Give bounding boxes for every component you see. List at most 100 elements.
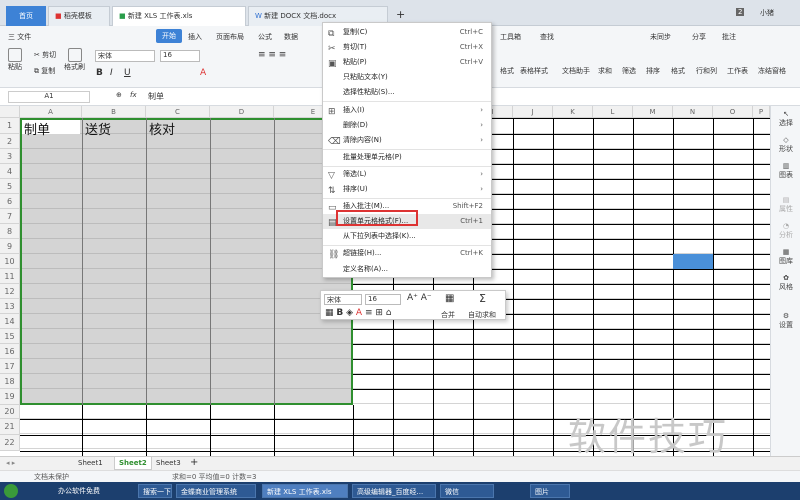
row-header-10[interactable]: 10 [0, 254, 20, 269]
cell-b1[interactable]: 送货 [85, 119, 111, 138]
menu-item-copy[interactable]: ⧉ 复制(C) Ctrl+C [323, 25, 491, 40]
row-header-6[interactable]: 6 [0, 194, 20, 209]
merge-icon[interactable]: ▦ [445, 293, 454, 304]
ribbon-rows-cols[interactable]: 行和列 [696, 66, 717, 76]
row-header-8[interactable]: 8 [0, 224, 20, 239]
row-header-20[interactable]: 20 [0, 405, 20, 419]
row-header-5[interactable]: 5 [0, 179, 20, 194]
row-header-9[interactable]: 9 [0, 239, 20, 254]
start-button[interactable] [4, 484, 18, 498]
mini-font-name[interactable]: 宋体 [324, 294, 362, 305]
row-header-17[interactable]: 17 [0, 359, 20, 374]
mini-autosum-label[interactable]: 自动求和 [468, 310, 496, 320]
sheet-nav-arrows[interactable]: ◂ ▸ [6, 459, 15, 467]
tab-start[interactable]: 开始 [156, 29, 182, 43]
row-header-16[interactable]: 16 [0, 344, 20, 359]
menu-item-insert[interactable]: ⊞ 插入(I) › [323, 103, 491, 118]
comment-button[interactable]: 批注 [722, 32, 736, 42]
sheet-tab-3[interactable]: Sheet3 [156, 459, 181, 467]
col-header-a[interactable]: A [20, 106, 82, 118]
sheet-tab-1[interactable]: Sheet1 [78, 459, 103, 467]
file-menu[interactable]: 三 文件 [8, 32, 31, 42]
ribbon-freeze[interactable]: 冻结窗格 [758, 66, 786, 76]
menu-item-clear[interactable]: ⌫ 清除内容(N) › [323, 133, 491, 148]
tab-xls[interactable]: ■ 新建 XLS 工作表.xls [112, 6, 246, 26]
sidebar-settings[interactable]: ⚙ 设置 [771, 312, 800, 330]
menu-item-paste-text[interactable]: 只粘贴文本(Y) [323, 70, 491, 85]
formula-input[interactable]: 制单 [148, 91, 164, 102]
ribbon-sort[interactable]: 排序 [646, 66, 660, 76]
zoom-icon[interactable]: ⊕ [116, 91, 122, 99]
taskbar-editor[interactable]: 高级编辑器_百度经... [352, 484, 436, 498]
highlighted-cell-o10[interactable] [673, 254, 713, 269]
italic-button[interactable]: I [110, 68, 113, 78]
sheet-tab-2[interactable]: Sheet2 [114, 457, 152, 470]
tab-formulas[interactable]: 公式 [258, 32, 272, 42]
taskbar-office-free[interactable]: 办公软件免费 [58, 486, 100, 496]
taskbar-xls[interactable]: 新建 XLS 工作表.xls [262, 484, 348, 498]
row-header-1[interactable]: 1 [0, 118, 20, 134]
share-button[interactable]: 分享 [692, 32, 706, 42]
menu-item-filter[interactable]: ▽ 筛选(L) › [323, 167, 491, 182]
paste-button[interactable]: 粘贴 [8, 48, 22, 72]
tab-insert[interactable]: 插入 [188, 32, 202, 42]
user-name[interactable]: 小猪 [760, 8, 774, 18]
col-header-j[interactable]: J [513, 106, 553, 118]
row-header-14[interactable]: 14 [0, 314, 20, 329]
menu-item-sort[interactable]: ⇅ 排序(U) › [323, 182, 491, 197]
tab-page-layout[interactable]: 页面布局 [216, 32, 244, 42]
sidebar-properties[interactable]: ▤ 属性 [771, 196, 800, 214]
new-tab-button[interactable]: + [396, 8, 405, 21]
underline-button[interactable]: U [124, 68, 131, 78]
row-header-18[interactable]: 18 [0, 374, 20, 389]
menu-item-paste[interactable]: ▣ 粘贴(P) Ctrl+V [323, 55, 491, 70]
col-header-m[interactable]: M [633, 106, 673, 118]
selected-range[interactable] [20, 118, 353, 405]
ribbon-worksheet[interactable]: 工作表 [727, 66, 748, 76]
col-header-p[interactable]: P [753, 106, 770, 118]
bold-button[interactable]: B [96, 68, 103, 78]
col-header-n[interactable]: N [673, 106, 713, 118]
col-header-l[interactable]: L [593, 106, 633, 118]
tab-toolbox[interactable]: 工具箱 [500, 32, 521, 42]
taskbar-kingdee[interactable]: 金蝶商业管理系统 [176, 484, 256, 498]
tab-find[interactable]: 查找 [540, 32, 554, 42]
cell-a1[interactable]: 制单 [24, 119, 50, 138]
col-header-o[interactable]: O [713, 106, 753, 118]
sidebar-chart[interactable]: ▥ 图表 [771, 162, 800, 180]
row-header-4[interactable]: 4 [0, 164, 20, 179]
font-size-select[interactable]: 16 [160, 50, 200, 62]
sidebar-gallery[interactable]: ▦ 图库 [771, 248, 800, 266]
ribbon-sum[interactable]: 求和 [598, 66, 612, 76]
tab-templates[interactable]: ■ 稻壳模板 [48, 6, 110, 26]
row-header-19[interactable]: 19 [0, 389, 20, 405]
row-header-22[interactable]: 22 [0, 435, 20, 451]
cell-c1[interactable]: 核对 [149, 119, 175, 138]
col-header-d[interactable]: D [210, 106, 274, 118]
sync-status[interactable]: 未同步 [650, 32, 671, 42]
ribbon-format-a[interactable]: 格式 [500, 66, 514, 76]
font-name-select[interactable]: 宋体 [95, 50, 155, 62]
copy-button[interactable]: ⧉ 复制 [34, 66, 55, 76]
mini-merge-label[interactable]: 合并 [441, 310, 455, 320]
sidebar-select[interactable]: ↖ 选择 [771, 110, 800, 128]
row-header-13[interactable]: 13 [0, 299, 20, 314]
align-buttons[interactable]: ≡ ≡ ≡ [258, 50, 286, 60]
row-header-21[interactable]: 21 [0, 419, 20, 435]
menu-item-cut[interactable]: ✂ 剪切(T) Ctrl+X [323, 40, 491, 55]
menu-item-delete[interactable]: 删除(D) › [323, 118, 491, 133]
sidebar-analysis[interactable]: ◔ 分析 [771, 222, 800, 240]
taskbar-search[interactable]: 搜索一下 [138, 484, 172, 498]
select-all-corner[interactable] [0, 106, 20, 118]
ribbon-doc-assistant[interactable]: 文档助手 [562, 66, 590, 76]
row-header-3[interactable]: 3 [0, 149, 20, 164]
cut-button[interactable]: ✂ 剪切 [34, 50, 56, 60]
mini-font-size[interactable]: 16 [365, 294, 401, 305]
tab-home[interactable]: 首页 [6, 6, 46, 26]
ribbon-filter[interactable]: 筛选 [622, 66, 636, 76]
ribbon-format-b[interactable]: 格式 [671, 66, 685, 76]
add-sheet-button[interactable]: + [190, 457, 198, 468]
sidebar-shape[interactable]: ◇ 形状 [771, 136, 800, 154]
taskbar-wechat[interactable]: 微信 [440, 484, 494, 498]
row-header-12[interactable]: 12 [0, 284, 20, 299]
